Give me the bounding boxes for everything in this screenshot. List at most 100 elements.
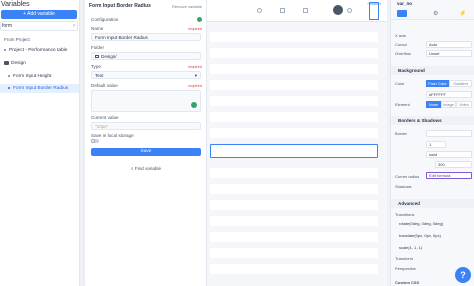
save-button[interactable]: Save	[91, 148, 201, 156]
current-value-label: Current value	[91, 115, 119, 120]
default-value-label: Default value	[91, 83, 118, 88]
type-value: Text	[95, 73, 104, 78]
canvas-row[interactable]	[210, 128, 378, 138]
transform-translate[interactable]: translate(0px, 0px, 0px)	[397, 233, 471, 240]
canvas-row[interactable]	[210, 48, 378, 58]
folder-icon	[95, 55, 99, 58]
configuration-heading: Configuration	[91, 17, 119, 22]
local-storage-toggle[interactable]	[91, 139, 99, 143]
chevron-down-icon: ▾	[194, 73, 197, 78]
default-value-textarea[interactable]	[91, 90, 201, 112]
tree-label: Project - Performance table	[9, 48, 68, 53]
element-label: Element	[395, 102, 410, 107]
avatar[interactable]	[333, 5, 343, 15]
tree-item-form-input-border-radius[interactable]: Form Input Border Radius	[0, 84, 79, 93]
canvas-row[interactable]	[210, 64, 378, 74]
name-input[interactable]: Form Input Border Radius	[91, 33, 201, 41]
border-width-input[interactable]: 1	[426, 141, 446, 148]
plain-color-tab[interactable]: Plain Color	[426, 80, 449, 87]
transform-rotate[interactable]: rotate(0deg, 0deg, 0deg)	[397, 221, 471, 228]
tab-settings[interactable]: ⚙	[433, 10, 438, 17]
name-required-badge: required	[188, 27, 202, 31]
tree-label: Form Input Height	[13, 74, 52, 79]
canvas-row[interactable]	[210, 264, 378, 274]
selected-canvas-element[interactable]	[210, 144, 378, 158]
borders-section-header[interactable]: Borders & Shadows	[391, 116, 474, 125]
default-required-badge: required	[188, 84, 202, 88]
properties-panel: var_no ⚙ ⚡ X axis Cursor Auto Overflow U…	[390, 0, 474, 286]
canvas-row[interactable]	[210, 200, 378, 210]
canvas-row[interactable]	[210, 168, 378, 178]
custom-css-label[interactable]: Custom CSS	[395, 280, 419, 285]
canvas-row[interactable]	[210, 96, 378, 106]
canvas-row[interactable]	[210, 80, 378, 90]
element-none-tab[interactable]: None	[426, 101, 441, 108]
folder-select[interactable]: Design/	[91, 52, 201, 60]
header-link[interactable]: + header	[367, 2, 381, 6]
canvas-row[interactable]	[210, 216, 378, 226]
type-required-badge: required	[188, 65, 202, 69]
color-label: Color	[395, 81, 405, 86]
shadows-label: Shadows	[395, 184, 412, 189]
name-label: Name	[91, 26, 104, 31]
variable-edit-panel: Form Input Border Radius Remove variable…	[85, 0, 207, 286]
canvas-row[interactable]	[210, 232, 378, 242]
border-style-select[interactable]: solid	[426, 151, 472, 158]
element-name: var_no	[397, 1, 413, 6]
type-select[interactable]: Text ▾	[91, 71, 201, 79]
toolbar-grid-icon[interactable]	[303, 8, 308, 13]
tab-workflow[interactable]: ⚡	[459, 10, 466, 17]
bullet-icon	[8, 86, 10, 89]
transform-label: Transform	[395, 256, 414, 261]
toggle-knob	[91, 139, 95, 143]
tree-item-project[interactable]: Project - Performance table	[0, 46, 79, 55]
advanced-section-header[interactable]: Advanced	[391, 199, 474, 208]
canvas-row[interactable]	[210, 112, 378, 122]
folder-value: Design/	[101, 54, 117, 59]
x-axis-label: X axis	[395, 33, 406, 38]
formula-icon[interactable]	[191, 102, 197, 108]
find-variable-label: Find variable	[134, 166, 162, 171]
toolbar-circle-icon[interactable]	[257, 8, 262, 13]
canvas-row[interactable]	[210, 32, 378, 42]
background-section-header[interactable]: Background	[391, 66, 474, 75]
corner-radius-label: Corner radius	[395, 174, 420, 179]
gradient-tab[interactable]: Gradient	[449, 80, 472, 87]
tab-style[interactable]	[397, 10, 407, 17]
panel-title: Form Input Border Radius	[89, 3, 151, 9]
edit-formula-button[interactable]: Edit formula	[426, 172, 472, 179]
cursor-select[interactable]: Auto	[426, 41, 472, 48]
tree-item-form-input-height[interactable]: Form Input Height	[0, 72, 79, 81]
help-button[interactable]: ?	[455, 267, 471, 283]
border-label: Border	[395, 131, 408, 136]
status-check-icon	[197, 17, 202, 22]
find-variable-link[interactable]: ⌕ Find variable	[85, 166, 207, 171]
remove-variable-link[interactable]: Remove variable	[172, 4, 202, 9]
canvas-row[interactable]	[210, 248, 378, 258]
tree-item-design-folder[interactable]: Design	[0, 59, 79, 68]
folder-label: Folder	[91, 45, 105, 50]
border-sides-control[interactable]	[426, 130, 472, 137]
bullet-icon	[8, 74, 10, 77]
add-variable-button[interactable]: + Add variable	[1, 10, 77, 19]
transitions-label: Transitions	[395, 212, 415, 217]
editor-canvas[interactable]: + header	[207, 0, 387, 286]
toolbar-settings-icon[interactable]	[347, 8, 352, 13]
tree-label: Form Input Border Radius	[13, 86, 69, 91]
cursor-label: Cursor	[395, 42, 408, 47]
canvas-topbar	[207, 0, 387, 22]
toolbar-square-icon[interactable]	[280, 8, 285, 13]
folder-filter-select[interactable]: form ›	[0, 21, 78, 31]
border-color-input[interactable]: 300	[435, 161, 472, 168]
bullet-icon	[4, 48, 6, 51]
type-label: Type	[91, 64, 101, 69]
transform-scale[interactable]: scale(1, 1, 1)	[397, 245, 471, 252]
element-image-tab[interactable]: Image	[441, 101, 456, 108]
color-hex-input[interactable]: #FFFFFF	[426, 91, 472, 98]
overflow-select[interactable]: Unset	[426, 50, 472, 57]
current-value-display: "10px"	[91, 122, 201, 130]
from-project-label: From Project	[4, 37, 30, 42]
element-video-tab[interactable]: Video	[456, 101, 472, 108]
canvas-row[interactable]	[210, 184, 378, 194]
chevron-right-icon: ›	[73, 23, 75, 29]
